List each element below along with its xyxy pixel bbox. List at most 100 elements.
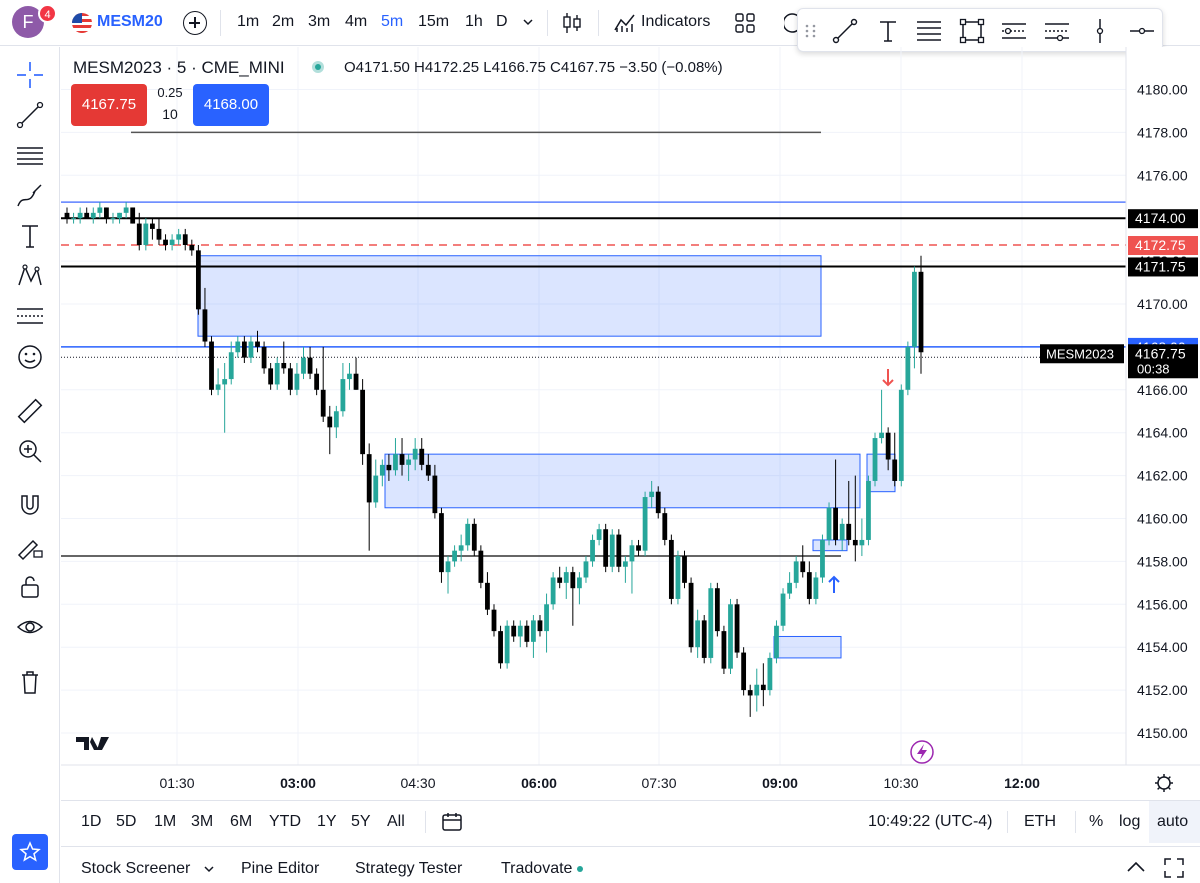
star-icon (19, 841, 41, 862)
vertical-line-icon[interactable] (1086, 17, 1114, 45)
candle-body (583, 561, 589, 578)
candle-body (110, 218, 116, 220)
legend-symbol-title[interactable]: MESM2023 · 5 · CME_MINI (73, 58, 285, 78)
chevron-down-icon[interactable] (522, 17, 534, 27)
brush-icon[interactable] (15, 181, 45, 211)
date-range-icon[interactable] (441, 811, 463, 833)
candle-body (642, 497, 648, 551)
rectangle-tool-icon[interactable] (958, 17, 986, 45)
price-label: 4167.75 (1135, 345, 1186, 361)
avatar-letter: F (22, 12, 34, 32)
candle-body (806, 572, 812, 599)
watchlist-star-button[interactable] (12, 834, 48, 870)
buy-button[interactable]: 4168.00 (193, 84, 269, 126)
forecast-tool-icon[interactable] (15, 301, 45, 331)
candle-body (524, 625, 530, 642)
candle-body (255, 341, 260, 347)
symbol-search[interactable]: MESM20 (97, 13, 163, 31)
range-all[interactable]: All (387, 813, 405, 831)
fib-tool-icon[interactable] (15, 141, 45, 171)
range-1d[interactable]: 1D (81, 813, 101, 831)
price-label: 4171.75 (1135, 258, 1186, 274)
percent-scale-button[interactable]: % (1089, 813, 1103, 831)
range-ytd[interactable]: YTD (269, 813, 301, 831)
price-chart[interactable]: 4180.004178.004176.004174.004172.004170.… (61, 47, 1200, 799)
short-position-icon[interactable] (1043, 17, 1071, 45)
eye-icon[interactable] (15, 612, 45, 642)
ruler-icon[interactable] (15, 396, 45, 426)
time-tick-label: 04:30 (400, 775, 435, 791)
divider (220, 10, 221, 36)
tab-pine-editor[interactable]: Pine Editor (241, 860, 319, 878)
emoji-icon[interactable] (15, 342, 45, 372)
compare-symbol-button[interactable] (183, 11, 207, 35)
tab-strategy-tester[interactable]: Strategy Tester (355, 860, 462, 878)
candle-body (570, 572, 576, 589)
horizontal-line-icon[interactable] (1128, 17, 1156, 45)
candle-body (714, 588, 720, 632)
chevron-up-icon[interactable] (1125, 859, 1147, 875)
candle-body (728, 604, 733, 669)
candle-body (353, 373, 359, 390)
crosshair-icon[interactable] (15, 60, 45, 90)
range-5y[interactable]: 5Y (351, 813, 371, 831)
session-button[interactable]: ETH (1024, 813, 1056, 831)
candle-body (64, 212, 70, 219)
candle-body (268, 368, 274, 385)
interval-2m[interactable]: 2m (272, 13, 294, 31)
price-tick-label: 4158.00 (1137, 553, 1188, 569)
log-scale-button[interactable]: log (1119, 813, 1140, 831)
candle-body (655, 491, 661, 514)
time-tick-label: 09:00 (762, 775, 798, 791)
chevron-down-icon[interactable] (203, 864, 215, 874)
range-3m[interactable]: 3M (191, 813, 213, 831)
long-position-icon[interactable] (1000, 17, 1028, 45)
supply-demand-zone (866, 453, 896, 493)
interval-d[interactable]: D (496, 13, 508, 31)
magnet-icon[interactable] (15, 491, 45, 521)
range-6m[interactable]: 6M (230, 813, 252, 831)
trash-icon[interactable] (15, 667, 45, 697)
interval-1h[interactable]: 1h (465, 13, 483, 31)
interval-15m[interactable]: 15m (418, 13, 449, 31)
text-tool-icon[interactable] (15, 221, 45, 251)
fib-retracement-icon[interactable] (915, 17, 943, 45)
range-1y[interactable]: 1Y (317, 813, 337, 831)
candle-body (485, 582, 490, 610)
candle-body (767, 657, 773, 691)
interval-3m[interactable]: 3m (308, 13, 330, 31)
lock-drawing-icon[interactable] (15, 531, 45, 561)
range-5d[interactable]: 5D (116, 813, 136, 831)
zoom-in-icon[interactable] (15, 436, 45, 466)
maximize-icon[interactable] (1163, 857, 1185, 879)
price-label: 4172.75 (1135, 237, 1186, 253)
tab-tradovate[interactable]: Tradovate (501, 860, 572, 878)
indicators-icon[interactable] (613, 12, 637, 34)
candle-body (176, 234, 182, 240)
candle-body (557, 577, 563, 583)
range-1m[interactable]: 1M (154, 813, 176, 831)
drag-handle-icon[interactable] (802, 17, 820, 45)
tab-stock-screener[interactable]: Stock Screener (81, 860, 190, 878)
alert-clock-icon[interactable] (784, 12, 798, 34)
candles-icon[interactable] (561, 11, 583, 35)
pattern-tool-icon[interactable] (15, 261, 45, 291)
layout-grid-icon[interactable] (735, 13, 755, 33)
clock-timezone[interactable]: 10:49:22 (UTC-4) (868, 813, 993, 831)
trend-line-icon[interactable] (15, 100, 45, 130)
candle-body (471, 523, 477, 551)
trend-line-icon[interactable] (831, 17, 859, 45)
interval-4m[interactable]: 4m (345, 13, 367, 31)
indicators-button[interactable]: Indicators (641, 13, 710, 31)
candle-body (511, 625, 517, 637)
candle-body (97, 207, 103, 213)
divider (598, 10, 599, 36)
text-tool-icon[interactable] (874, 17, 902, 45)
interval-5m[interactable]: 5m (381, 13, 403, 31)
auto-scale-button[interactable]: auto (1157, 813, 1188, 831)
candle-body (169, 239, 175, 246)
interval-1m[interactable]: 1m (237, 13, 259, 31)
order-quantity[interactable]: 10 (152, 106, 188, 122)
unlock-icon[interactable] (15, 572, 45, 602)
sell-button[interactable]: 4167.75 (71, 84, 147, 126)
